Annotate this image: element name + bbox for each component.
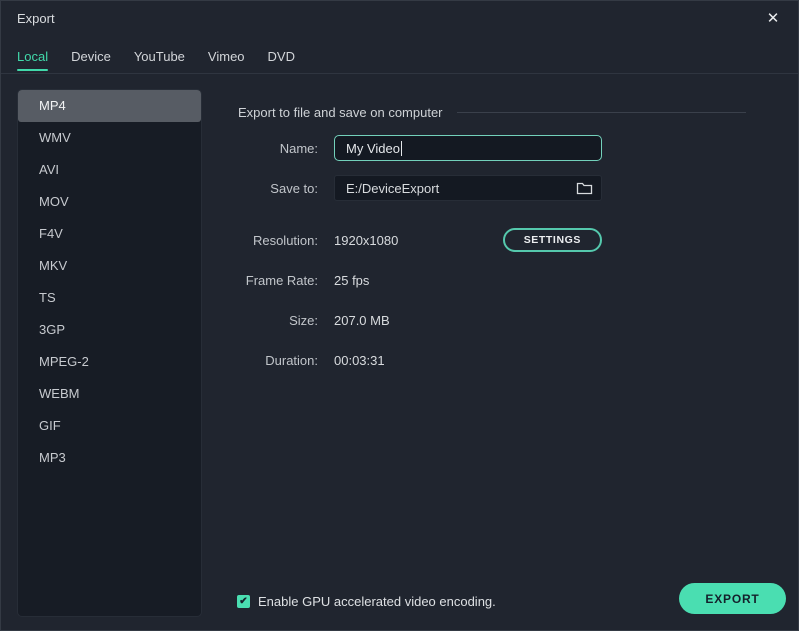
settings-button[interactable]: SETTINGS	[503, 228, 602, 252]
export-settings-panel: Export to file and save on computer Name…	[238, 89, 746, 387]
resolution-row: Resolution: 1920x1080 SETTINGS	[238, 227, 746, 253]
titlebar: Export ✕	[1, 1, 798, 37]
name-label: Name:	[238, 141, 334, 156]
format-item-avi[interactable]: AVI	[18, 154, 201, 186]
format-item-mkv[interactable]: MKV	[18, 250, 201, 282]
size-value: 207.0 MB	[334, 313, 390, 328]
size-row: Size: 207.0 MB	[238, 307, 746, 333]
tab-device[interactable]: Device	[71, 49, 111, 64]
format-item-gif[interactable]: GIF	[18, 410, 201, 442]
resolution-label: Resolution:	[238, 233, 334, 248]
name-input[interactable]: My Video	[334, 135, 602, 161]
section-divider	[457, 112, 746, 113]
format-list: MP4 WMV AVI MOV F4V MKV TS 3GP MPEG-2 WE…	[17, 89, 202, 617]
duration-value: 00:03:31	[334, 353, 385, 368]
section-header: Export to file and save on computer	[238, 89, 746, 120]
format-item-mov[interactable]: MOV	[18, 186, 201, 218]
save-to-row: Save to: E:/DeviceExport	[238, 175, 746, 201]
section-title: Export to file and save on computer	[238, 105, 443, 120]
resolution-value: 1920x1080	[334, 233, 398, 248]
save-to-value: E:/DeviceExport	[346, 181, 576, 196]
frame-rate-row: Frame Rate: 25 fps	[238, 267, 746, 293]
export-dialog: Export ✕ Local Device YouTube Vimeo DVD …	[0, 0, 799, 631]
tab-youtube[interactable]: YouTube	[134, 49, 185, 64]
window-title: Export	[17, 11, 55, 26]
tab-bar: Local Device YouTube Vimeo DVD	[1, 37, 798, 74]
gpu-encoding-row: ✔ Enable GPU accelerated video encoding.	[237, 594, 496, 609]
folder-icon[interactable]	[576, 181, 593, 195]
save-to-field[interactable]: E:/DeviceExport	[334, 175, 602, 201]
export-form: Name: My Video Save to: E:/DeviceExport	[238, 135, 746, 373]
save-to-label: Save to:	[238, 181, 334, 196]
format-item-3gp[interactable]: 3GP	[18, 314, 201, 346]
export-button[interactable]: EXPORT	[679, 583, 786, 614]
format-item-wmv[interactable]: WMV	[18, 122, 201, 154]
format-item-mp3[interactable]: MP3	[18, 442, 201, 474]
format-item-ts[interactable]: TS	[18, 282, 201, 314]
format-item-mp4[interactable]: MP4	[18, 90, 201, 122]
format-item-f4v[interactable]: F4V	[18, 218, 201, 250]
duration-label: Duration:	[238, 353, 334, 368]
format-item-mpeg2[interactable]: MPEG-2	[18, 346, 201, 378]
tab-local[interactable]: Local	[17, 49, 48, 64]
tab-vimeo[interactable]: Vimeo	[208, 49, 245, 64]
frame-rate-label: Frame Rate:	[238, 273, 334, 288]
gpu-checkbox-label: Enable GPU accelerated video encoding.	[258, 594, 496, 609]
tab-dvd[interactable]: DVD	[268, 49, 295, 64]
format-item-webm[interactable]: WEBM	[18, 378, 201, 410]
gpu-checkbox[interactable]: ✔	[237, 595, 250, 608]
duration-row: Duration: 00:03:31	[238, 347, 746, 373]
name-input-value: My Video	[346, 141, 400, 156]
text-caret	[401, 141, 402, 156]
frame-rate-value: 25 fps	[334, 273, 369, 288]
close-icon[interactable]: ✕	[762, 7, 784, 29]
size-label: Size:	[238, 313, 334, 328]
name-row: Name: My Video	[238, 135, 746, 161]
